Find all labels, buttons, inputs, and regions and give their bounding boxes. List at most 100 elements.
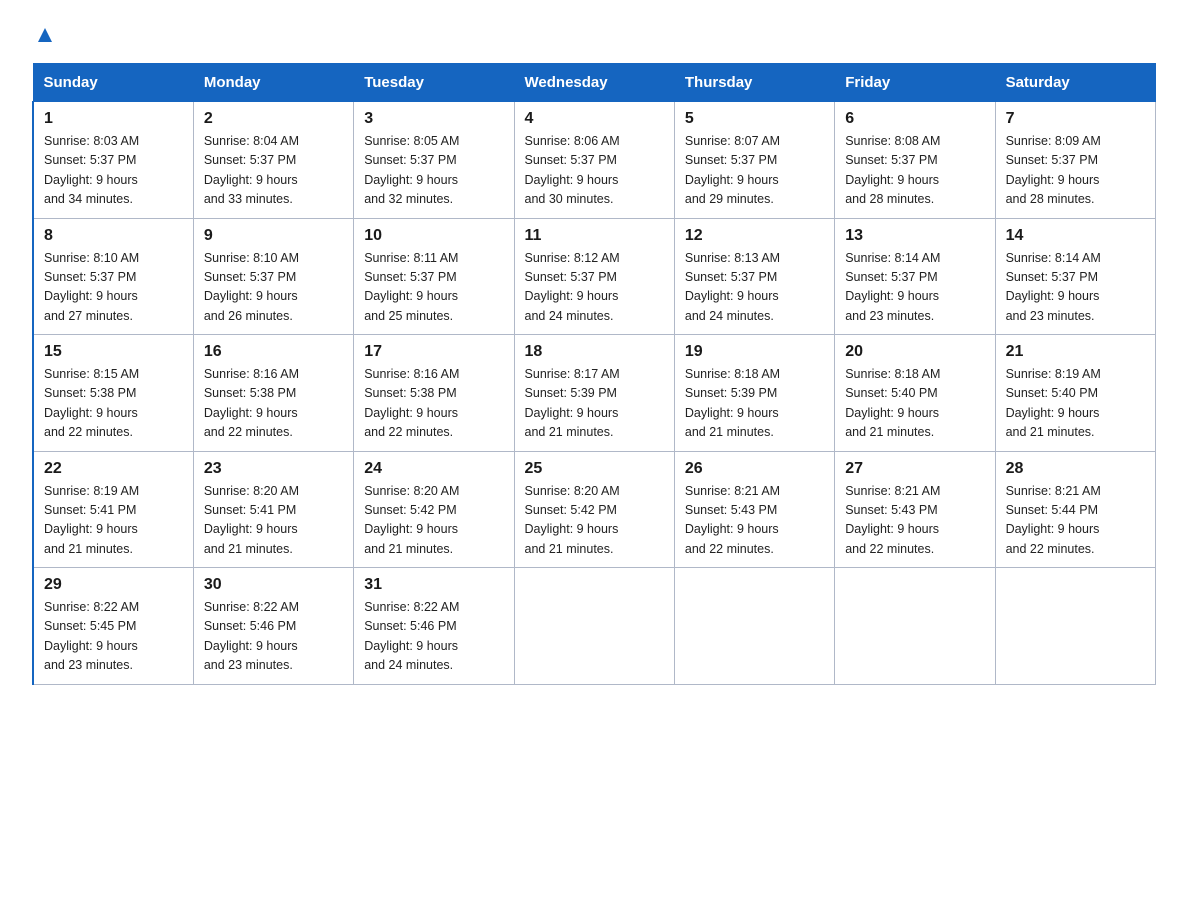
day-info: Sunrise: 8:03 AM Sunset: 5:37 PM Dayligh…	[44, 132, 183, 210]
calendar-cell: 12 Sunrise: 8:13 AM Sunset: 5:37 PM Dayl…	[674, 218, 834, 335]
calendar-cell	[514, 568, 674, 685]
day-info: Sunrise: 8:19 AM Sunset: 5:41 PM Dayligh…	[44, 482, 183, 560]
page-header	[32, 24, 1156, 47]
day-number: 28	[1006, 460, 1145, 478]
day-info: Sunrise: 8:10 AM Sunset: 5:37 PM Dayligh…	[204, 249, 343, 327]
calendar-cell: 13 Sunrise: 8:14 AM Sunset: 5:37 PM Dayl…	[835, 218, 995, 335]
calendar-cell	[674, 568, 834, 685]
calendar-cell: 23 Sunrise: 8:20 AM Sunset: 5:41 PM Dayl…	[193, 451, 353, 568]
day-number: 17	[364, 343, 503, 361]
day-number: 9	[204, 227, 343, 245]
calendar-week-row: 15 Sunrise: 8:15 AM Sunset: 5:38 PM Dayl…	[33, 335, 1156, 452]
calendar-week-row: 29 Sunrise: 8:22 AM Sunset: 5:45 PM Dayl…	[33, 568, 1156, 685]
day-number: 14	[1006, 227, 1145, 245]
day-info: Sunrise: 8:18 AM Sunset: 5:40 PM Dayligh…	[845, 365, 984, 443]
day-info: Sunrise: 8:14 AM Sunset: 5:37 PM Dayligh…	[845, 249, 984, 327]
day-info: Sunrise: 8:08 AM Sunset: 5:37 PM Dayligh…	[845, 132, 984, 210]
day-number: 16	[204, 343, 343, 361]
calendar-cell: 21 Sunrise: 8:19 AM Sunset: 5:40 PM Dayl…	[995, 335, 1155, 452]
day-info: Sunrise: 8:22 AM Sunset: 5:45 PM Dayligh…	[44, 598, 183, 676]
calendar-cell: 18 Sunrise: 8:17 AM Sunset: 5:39 PM Dayl…	[514, 335, 674, 452]
calendar-cell: 3 Sunrise: 8:05 AM Sunset: 5:37 PM Dayli…	[354, 102, 514, 219]
weekday-header-monday: Monday	[193, 64, 353, 102]
day-number: 31	[364, 576, 503, 594]
day-info: Sunrise: 8:11 AM Sunset: 5:37 PM Dayligh…	[364, 249, 503, 327]
day-number: 2	[204, 110, 343, 128]
day-info: Sunrise: 8:20 AM Sunset: 5:41 PM Dayligh…	[204, 482, 343, 560]
logo-triangle-icon	[34, 24, 56, 51]
calendar-week-row: 8 Sunrise: 8:10 AM Sunset: 5:37 PM Dayli…	[33, 218, 1156, 335]
day-number: 10	[364, 227, 503, 245]
day-info: Sunrise: 8:09 AM Sunset: 5:37 PM Dayligh…	[1006, 132, 1145, 210]
day-info: Sunrise: 8:10 AM Sunset: 5:37 PM Dayligh…	[44, 249, 183, 327]
day-info: Sunrise: 8:05 AM Sunset: 5:37 PM Dayligh…	[364, 132, 503, 210]
day-info: Sunrise: 8:22 AM Sunset: 5:46 PM Dayligh…	[204, 598, 343, 676]
weekday-header-tuesday: Tuesday	[354, 64, 514, 102]
calendar-week-row: 22 Sunrise: 8:19 AM Sunset: 5:41 PM Dayl…	[33, 451, 1156, 568]
day-info: Sunrise: 8:07 AM Sunset: 5:37 PM Dayligh…	[685, 132, 824, 210]
day-info: Sunrise: 8:15 AM Sunset: 5:38 PM Dayligh…	[44, 365, 183, 443]
day-number: 3	[364, 110, 503, 128]
day-number: 8	[44, 227, 183, 245]
day-number: 6	[845, 110, 984, 128]
day-info: Sunrise: 8:16 AM Sunset: 5:38 PM Dayligh…	[204, 365, 343, 443]
calendar-cell: 17 Sunrise: 8:16 AM Sunset: 5:38 PM Dayl…	[354, 335, 514, 452]
calendar-cell: 30 Sunrise: 8:22 AM Sunset: 5:46 PM Dayl…	[193, 568, 353, 685]
day-number: 29	[44, 576, 183, 594]
day-number: 21	[1006, 343, 1145, 361]
day-info: Sunrise: 8:06 AM Sunset: 5:37 PM Dayligh…	[525, 132, 664, 210]
day-info: Sunrise: 8:18 AM Sunset: 5:39 PM Dayligh…	[685, 365, 824, 443]
day-number: 19	[685, 343, 824, 361]
day-info: Sunrise: 8:20 AM Sunset: 5:42 PM Dayligh…	[525, 482, 664, 560]
day-number: 24	[364, 460, 503, 478]
calendar-cell: 1 Sunrise: 8:03 AM Sunset: 5:37 PM Dayli…	[33, 102, 193, 219]
weekday-header-saturday: Saturday	[995, 64, 1155, 102]
day-info: Sunrise: 8:21 AM Sunset: 5:44 PM Dayligh…	[1006, 482, 1145, 560]
day-info: Sunrise: 8:14 AM Sunset: 5:37 PM Dayligh…	[1006, 249, 1145, 327]
day-number: 30	[204, 576, 343, 594]
weekday-header-wednesday: Wednesday	[514, 64, 674, 102]
day-number: 27	[845, 460, 984, 478]
calendar-cell	[995, 568, 1155, 685]
day-number: 12	[685, 227, 824, 245]
day-number: 1	[44, 110, 183, 128]
calendar-cell: 26 Sunrise: 8:21 AM Sunset: 5:43 PM Dayl…	[674, 451, 834, 568]
day-info: Sunrise: 8:13 AM Sunset: 5:37 PM Dayligh…	[685, 249, 824, 327]
calendar-cell: 8 Sunrise: 8:10 AM Sunset: 5:37 PM Dayli…	[33, 218, 193, 335]
calendar-cell: 7 Sunrise: 8:09 AM Sunset: 5:37 PM Dayli…	[995, 102, 1155, 219]
calendar-cell: 20 Sunrise: 8:18 AM Sunset: 5:40 PM Dayl…	[835, 335, 995, 452]
calendar-cell: 4 Sunrise: 8:06 AM Sunset: 5:37 PM Dayli…	[514, 102, 674, 219]
calendar-cell: 19 Sunrise: 8:18 AM Sunset: 5:39 PM Dayl…	[674, 335, 834, 452]
calendar-cell: 15 Sunrise: 8:15 AM Sunset: 5:38 PM Dayl…	[33, 335, 193, 452]
day-number: 23	[204, 460, 343, 478]
day-info: Sunrise: 8:21 AM Sunset: 5:43 PM Dayligh…	[685, 482, 824, 560]
calendar-cell	[835, 568, 995, 685]
day-number: 25	[525, 460, 664, 478]
calendar-cell: 11 Sunrise: 8:12 AM Sunset: 5:37 PM Dayl…	[514, 218, 674, 335]
weekday-header-row: SundayMondayTuesdayWednesdayThursdayFrid…	[33, 64, 1156, 102]
weekday-header-sunday: Sunday	[33, 64, 193, 102]
day-number: 15	[44, 343, 183, 361]
calendar-cell: 10 Sunrise: 8:11 AM Sunset: 5:37 PM Dayl…	[354, 218, 514, 335]
day-number: 13	[845, 227, 984, 245]
calendar-cell: 16 Sunrise: 8:16 AM Sunset: 5:38 PM Dayl…	[193, 335, 353, 452]
calendar-cell: 24 Sunrise: 8:20 AM Sunset: 5:42 PM Dayl…	[354, 451, 514, 568]
calendar-cell: 5 Sunrise: 8:07 AM Sunset: 5:37 PM Dayli…	[674, 102, 834, 219]
day-info: Sunrise: 8:21 AM Sunset: 5:43 PM Dayligh…	[845, 482, 984, 560]
day-number: 11	[525, 227, 664, 245]
logo	[32, 24, 56, 47]
calendar-week-row: 1 Sunrise: 8:03 AM Sunset: 5:37 PM Dayli…	[33, 102, 1156, 219]
day-info: Sunrise: 8:22 AM Sunset: 5:46 PM Dayligh…	[364, 598, 503, 676]
day-info: Sunrise: 8:17 AM Sunset: 5:39 PM Dayligh…	[525, 365, 664, 443]
day-number: 20	[845, 343, 984, 361]
day-info: Sunrise: 8:19 AM Sunset: 5:40 PM Dayligh…	[1006, 365, 1145, 443]
calendar-cell: 6 Sunrise: 8:08 AM Sunset: 5:37 PM Dayli…	[835, 102, 995, 219]
calendar-cell: 14 Sunrise: 8:14 AM Sunset: 5:37 PM Dayl…	[995, 218, 1155, 335]
calendar-cell: 9 Sunrise: 8:10 AM Sunset: 5:37 PM Dayli…	[193, 218, 353, 335]
day-info: Sunrise: 8:20 AM Sunset: 5:42 PM Dayligh…	[364, 482, 503, 560]
calendar-cell: 31 Sunrise: 8:22 AM Sunset: 5:46 PM Dayl…	[354, 568, 514, 685]
day-number: 5	[685, 110, 824, 128]
calendar-cell: 2 Sunrise: 8:04 AM Sunset: 5:37 PM Dayli…	[193, 102, 353, 219]
weekday-header-thursday: Thursday	[674, 64, 834, 102]
day-number: 4	[525, 110, 664, 128]
